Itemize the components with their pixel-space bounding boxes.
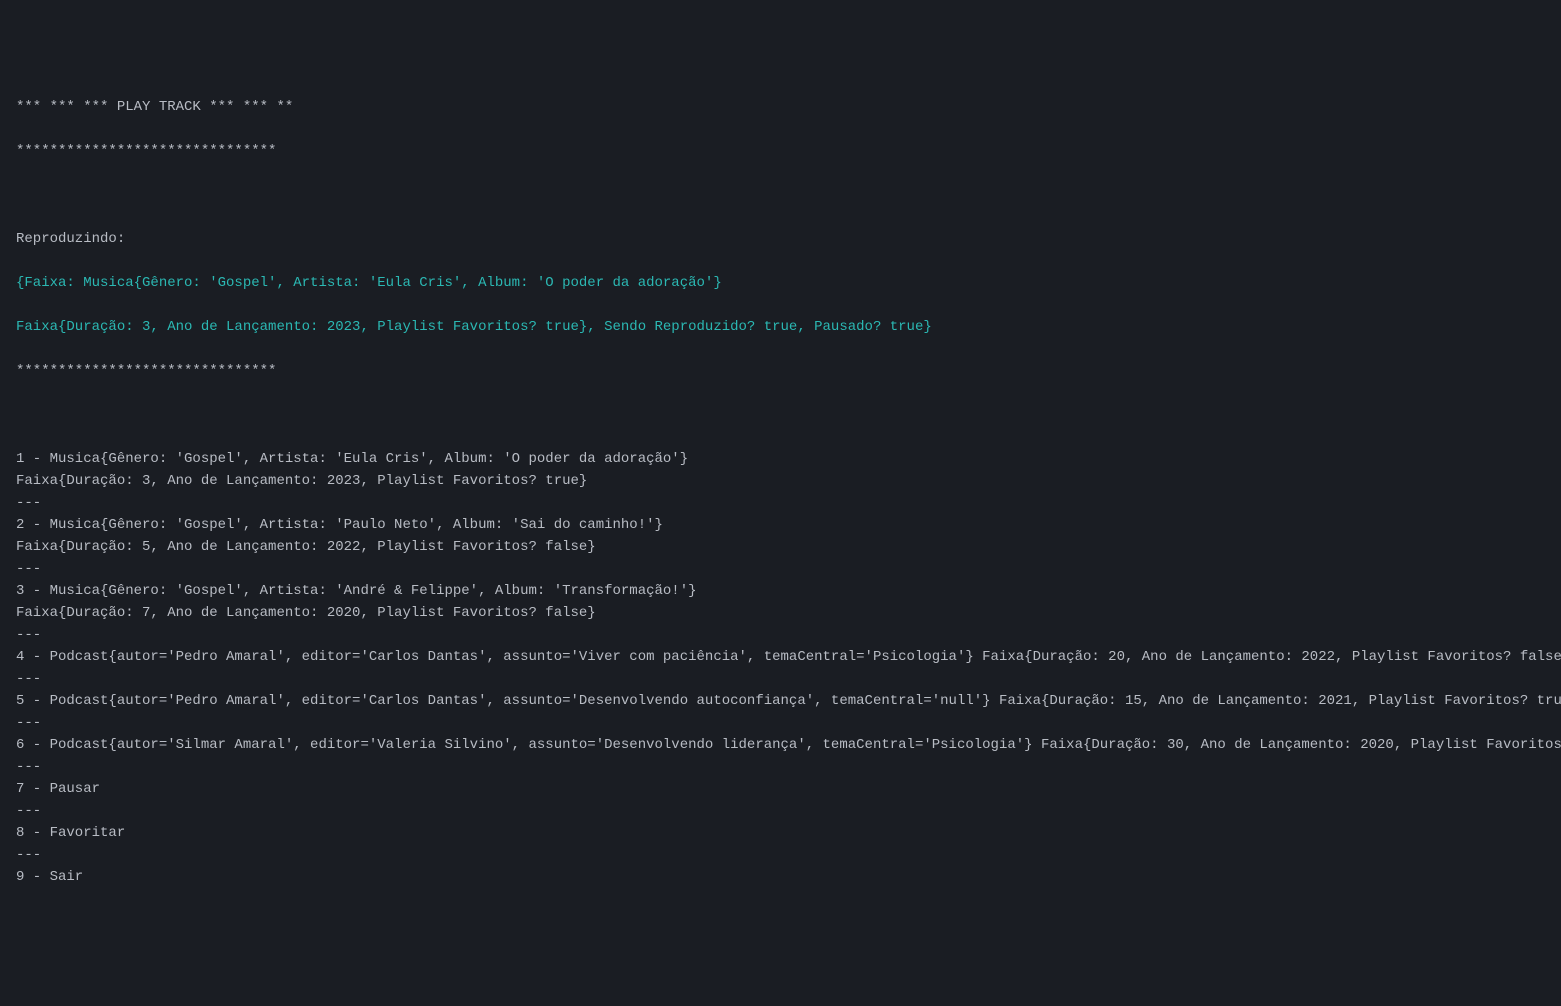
menu-separator: --- <box>16 756 1545 778</box>
menu-item-line1[interactable]: 5 - Podcast{autor='Pedro Amaral', editor… <box>16 690 1545 712</box>
menu-item-line2: Faixa{Duração: 7, Ano de Lançamento: 202… <box>16 602 1545 624</box>
playing-label: Reproduzindo: <box>16 228 1545 250</box>
menu-separator: --- <box>16 712 1545 734</box>
menu-separator: --- <box>16 668 1545 690</box>
menu-item-line1[interactable]: 1 - Musica{Gênero: 'Gospel', Artista: 'E… <box>16 448 1545 470</box>
menu-separator: --- <box>16 844 1545 866</box>
playing-track-line2: Faixa{Duração: 3, Ano de Lançamento: 202… <box>16 316 1545 338</box>
menu-item-line1[interactable]: 6 - Podcast{autor='Silmar Amaral', edito… <box>16 734 1545 756</box>
blank-line <box>16 184 1545 206</box>
menu-item-line1[interactable]: 8 - Favoritar <box>16 822 1545 844</box>
menu-item-line1[interactable]: 9 - Sair <box>16 866 1545 888</box>
menu-item-line1[interactable]: 3 - Musica{Gênero: 'Gospel', Artista: 'A… <box>16 580 1545 602</box>
blank-line <box>16 404 1545 426</box>
menu-item-line2: Faixa{Duração: 3, Ano de Lançamento: 202… <box>16 470 1545 492</box>
menu-item-line1[interactable]: 7 - Pausar <box>16 778 1545 800</box>
menu-item-line1[interactable]: 4 - Podcast{autor='Pedro Amaral', editor… <box>16 646 1545 668</box>
playing-track-line1: {Faixa: Musica{Gênero: 'Gospel', Artista… <box>16 272 1545 294</box>
divider: ******************************* <box>16 140 1545 162</box>
menu-separator: --- <box>16 558 1545 580</box>
menu-item-line2: Faixa{Duração: 5, Ano de Lançamento: 202… <box>16 536 1545 558</box>
menu-separator: --- <box>16 800 1545 822</box>
divider: ******************************* <box>16 360 1545 382</box>
header-title: *** *** *** PLAY TRACK *** *** ** <box>16 96 1545 118</box>
menu-separator: --- <box>16 624 1545 646</box>
menu-list: 1 - Musica{Gênero: 'Gospel', Artista: 'E… <box>16 448 1545 888</box>
menu-item-line1[interactable]: 2 - Musica{Gênero: 'Gospel', Artista: 'P… <box>16 514 1545 536</box>
menu-separator: --- <box>16 492 1545 514</box>
